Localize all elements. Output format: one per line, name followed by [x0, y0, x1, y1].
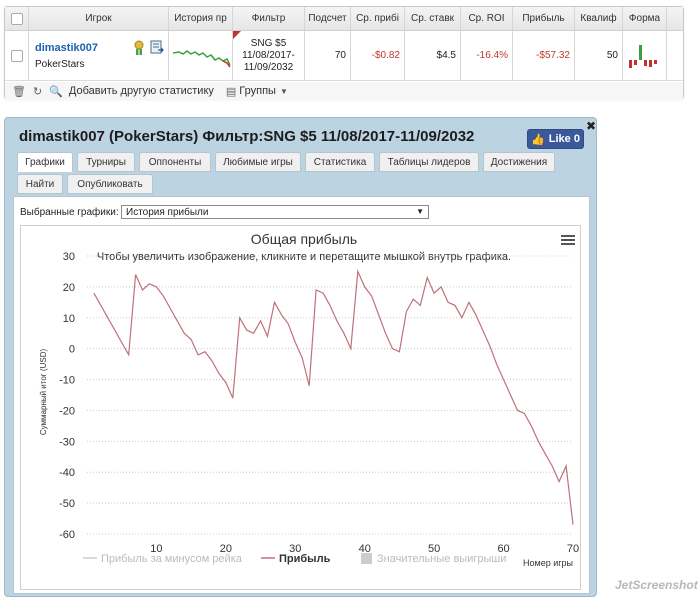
chart-series — [93, 269, 574, 525]
chart-grid — [87, 255, 573, 535]
dialog-body: Выбранные графики: История прибыли ▼ Общ… — [13, 196, 590, 594]
row-filter: SNG $5 11/08/2017- 11/09/2032 — [233, 31, 305, 80]
y-tick-label: -10 — [59, 375, 75, 387]
column-count[interactable]: Подсчет — [305, 7, 351, 30]
export-icon[interactable] — [150, 40, 165, 55]
tab-publish[interactable]: Опубликовать — [67, 174, 153, 194]
watermark: JetScreenshot — [615, 578, 698, 592]
y-tick-label: 10 — [63, 313, 75, 325]
row-count: 70 — [305, 31, 351, 80]
select-all-checkbox[interactable] — [5, 7, 29, 30]
player-name[interactable]: dimastik007 — [35, 42, 98, 54]
tab-leaderboards[interactable]: Таблицы лидеров — [379, 152, 479, 172]
column-form[interactable]: Форма — [623, 7, 667, 30]
graph-select[interactable]: История прибыли ▼ — [121, 205, 429, 219]
table-header: Игрок История пр Фильтр Подсчет Ср. приб… — [5, 7, 683, 31]
trash-icon[interactable]: 🗑 — [12, 85, 26, 98]
column-filter[interactable]: Фильтр — [233, 7, 305, 30]
y-tick-label: 0 — [69, 344, 75, 356]
column-profit[interactable]: Прибыль — [513, 7, 575, 30]
chevron-down-icon[interactable]: ▼ — [280, 87, 288, 96]
tab-tournaments[interactable]: Турниры — [77, 152, 135, 172]
close-icon[interactable]: ✖ — [586, 119, 596, 133]
row-avg-profit: -$0.82 — [351, 31, 405, 80]
y-tick-label: -30 — [59, 436, 75, 448]
column-avg-roi[interactable]: Ср. ROI — [461, 7, 513, 30]
groups-dropdown[interactable]: Группы — [239, 85, 276, 97]
row-avg-stake: $4.5 — [405, 31, 461, 80]
chart-title: Общая прибыль — [251, 231, 357, 247]
dialog-title: dimastik007 (PokerStars) Фильтр:SNG $5 1… — [19, 128, 475, 145]
search-icon[interactable]: 🔍 — [49, 85, 63, 98]
y-tick-label: -20 — [59, 405, 75, 417]
y-tick-label: 20 — [63, 282, 75, 294]
x-axis-label: Номер игры — [523, 558, 573, 568]
table-row[interactable]: dimastik007 PokerStars SNG $5 11/08/2017… — [5, 31, 683, 81]
tab-achievements[interactable]: Достижения — [483, 152, 555, 172]
row-avg-roi: -16.4% — [461, 31, 513, 80]
table-footer: 🗑 ↻ 🔍 Добавить другую статистику ▤ Групп… — [5, 82, 683, 100]
player-site: PokerStars — [35, 58, 85, 70]
chart-legend[interactable]: Прибыль за минусом рейка Прибыль Значитель… — [83, 553, 506, 565]
facebook-like-button[interactable]: 👍 Like 0 — [527, 129, 584, 149]
tab-favorite-games[interactable]: Любимые игры — [215, 152, 301, 172]
legend-item[interactable]: Прибыль за минусом рейка — [101, 553, 243, 565]
profit-chart[interactable]: Общая прибыль Чтобы увеличить изображени… — [20, 225, 581, 590]
legend-swatch — [361, 553, 372, 564]
tab-statistics[interactable]: Статистика — [305, 152, 375, 172]
history-sparkline — [169, 31, 233, 80]
series-line-profit — [93, 269, 574, 525]
award-icon[interactable] — [133, 40, 145, 56]
stats-dialog: dimastik007 (PokerStars) Фильтр:SNG $5 1… — [4, 117, 597, 597]
add-stats-link[interactable]: Добавить другую статистику — [69, 85, 214, 97]
legend-item[interactable]: Значительные выигрыши — [377, 553, 506, 565]
y-tick-label: 30 — [63, 251, 75, 263]
tab-opponents[interactable]: Оппоненты — [139, 152, 211, 172]
row-profit: -$57.32 — [513, 31, 575, 80]
form-bars — [623, 31, 667, 80]
refresh-icon[interactable]: ↻ — [33, 85, 42, 98]
y-tick-label: -60 — [59, 529, 75, 541]
row-qualify: 50 — [575, 31, 623, 80]
y-tick-label: -50 — [59, 498, 75, 510]
column-avg-stake[interactable]: Ср. ставк — [405, 7, 461, 30]
y-tick-label: -40 — [59, 467, 75, 479]
y-axis-ticks: 30 20 10 0 -10 -20 -30 -40 -50 -60 — [59, 251, 75, 541]
row-checkbox[interactable] — [5, 31, 29, 80]
chart-svg[interactable]: Общая прибыль Чтобы увеличить изображени… — [21, 226, 582, 591]
column-avg-profit[interactable]: Ср. прибі — [351, 7, 405, 30]
legend-item[interactable]: Прибыль — [279, 553, 331, 565]
menu-icon[interactable] — [561, 235, 575, 245]
column-qualify[interactable]: Квалиф — [575, 7, 623, 30]
y-axis-label: Суммарный итог (USD) — [39, 349, 48, 436]
tab-graphs[interactable]: Графики — [17, 152, 73, 172]
results-table: Игрок История пр Фильтр Подсчет Ср. приб… — [4, 6, 684, 100]
tab-find[interactable]: Найти — [17, 174, 63, 194]
thumbs-up-icon: 👍 — [531, 133, 545, 146]
x-tick-label: 70 — [567, 543, 579, 555]
selected-graphs-label: Выбранные графики: — [20, 207, 119, 218]
chart-subtitle: Чтобы увеличить изображение, кликните и … — [97, 251, 511, 263]
column-history[interactable]: История пр — [169, 7, 233, 30]
chevron-down-icon: ▼ — [416, 207, 424, 216]
filter-corner-icon — [233, 31, 241, 39]
groups-icon[interactable]: ▤ — [226, 85, 236, 98]
column-player[interactable]: Игрок — [29, 7, 169, 30]
